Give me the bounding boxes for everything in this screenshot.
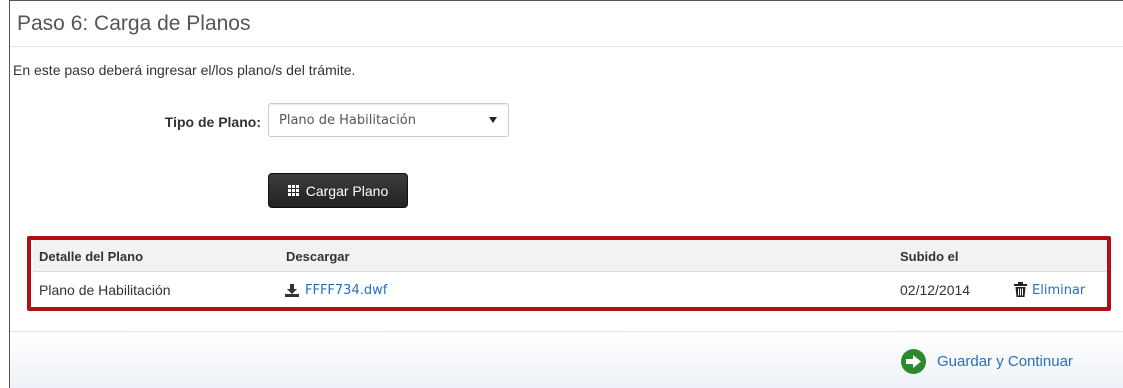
page-title: Paso 6: Carga de Planos — [17, 12, 251, 35]
upload-plan-label: Cargar Plano — [305, 182, 389, 199]
main-panel — [9, 0, 1123, 388]
grid-icon — [287, 184, 300, 197]
plan-type-selected-value: Plano de Habilitación — [279, 113, 416, 128]
intro-text: En este paso deberá ingresar el/los plan… — [13, 62, 356, 78]
upload-plan-button[interactable]: Cargar Plano — [268, 173, 408, 208]
save-continue-label: Guardar y Continuar — [937, 353, 1073, 370]
arrow-right-circle-icon — [901, 349, 926, 374]
plan-type-select[interactable]: Plano de Habilitación — [268, 103, 509, 137]
plan-type-label: Tipo de Plano: — [164, 114, 261, 130]
title-divider — [10, 46, 1123, 47]
highlighted-table-frame — [27, 236, 1111, 311]
save-continue-button[interactable]: Guardar y Continuar — [901, 349, 1073, 374]
dropdown-caret-icon — [489, 117, 497, 123]
